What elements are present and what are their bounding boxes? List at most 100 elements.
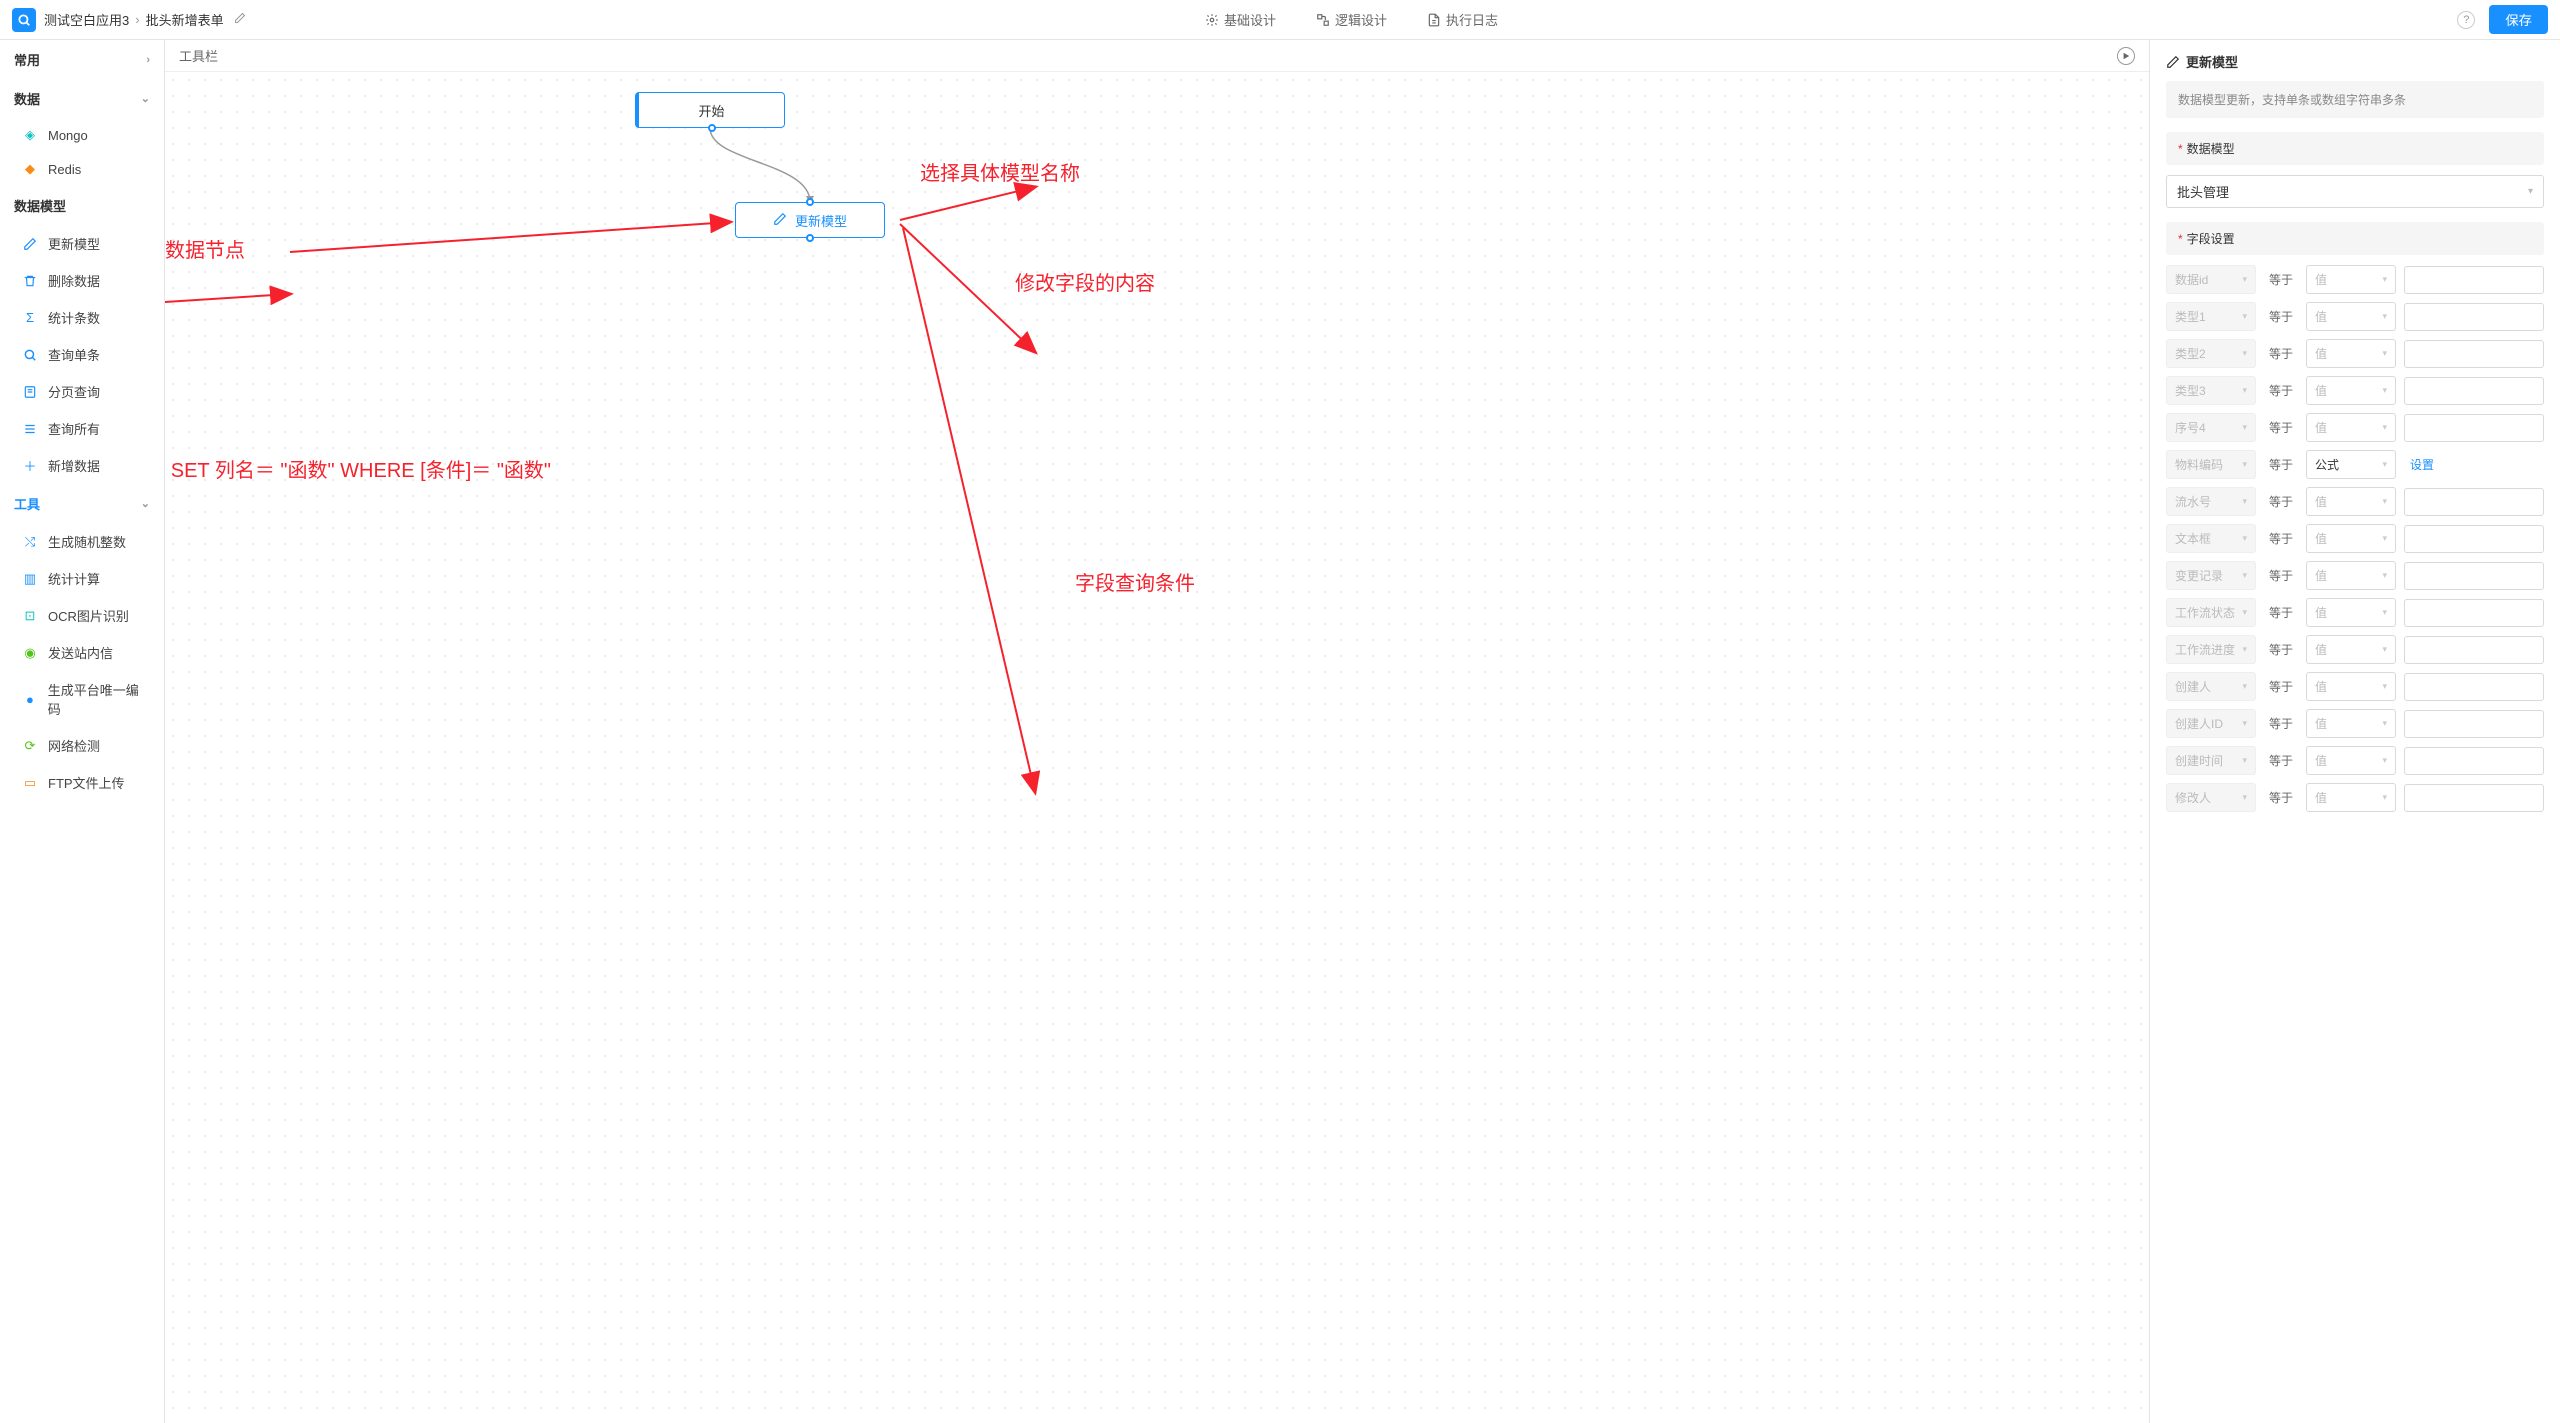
sidebar-item-query-all[interactable]: 查询所有: [0, 410, 164, 447]
edit-icon[interactable]: [234, 12, 246, 27]
tab-basic-design[interactable]: 基础设计: [1205, 10, 1276, 29]
port-bottom[interactable]: [806, 234, 814, 242]
sidebar-item-gen-uid[interactable]: ●生成平台唯一编码: [0, 671, 164, 727]
sidebar-item-count[interactable]: Σ 统计条数: [0, 299, 164, 336]
value-mode-select[interactable]: 公式▾: [2306, 450, 2396, 479]
sidebar-item-update-model[interactable]: 更新模型: [0, 225, 164, 262]
field-select[interactable]: 修改人▾: [2166, 783, 2256, 812]
breadcrumb-page[interactable]: 批头新增表单: [146, 10, 224, 29]
port-bottom[interactable]: [708, 124, 716, 132]
value-input[interactable]: [2404, 303, 2544, 331]
field-select[interactable]: 创建时间▾: [2166, 746, 2256, 775]
value-mode-select[interactable]: 值▾: [2306, 635, 2396, 664]
sidebar-item-insert[interactable]: ＋ 新增数据: [0, 447, 164, 484]
port-top[interactable]: [806, 198, 814, 206]
sidebar-group-data[interactable]: 数据 ⌄: [0, 79, 164, 118]
value-input[interactable]: [2404, 562, 2544, 590]
value-mode-select[interactable]: 值▾: [2306, 413, 2396, 442]
sidebar-group-tools[interactable]: 工具 ⌄: [0, 484, 164, 523]
value-mode-select[interactable]: 值▾: [2306, 783, 2396, 812]
value-mode-select[interactable]: 值▾: [2306, 339, 2396, 368]
field-select[interactable]: 创建人▾: [2166, 672, 2256, 701]
chevron-down-icon: ▾: [2242, 311, 2247, 322]
value-input[interactable]: [2404, 377, 2544, 405]
tab-exec-log[interactable]: 执行日志: [1427, 10, 1498, 29]
model-select[interactable]: 批头管理 ▾: [2166, 175, 2544, 208]
field-select[interactable]: 类型3▾: [2166, 376, 2256, 405]
value-input[interactable]: [2404, 599, 2544, 627]
canvas[interactable]: 开始 更新模型 更新数据节点 选择具体模型名称 修改字段的内容 字段查询条件 U…: [165, 72, 2149, 1423]
value-input[interactable]: [2404, 525, 2544, 553]
sidebar-item-ocr[interactable]: ⊡OCR图片识别: [0, 597, 164, 634]
count-icon: Σ: [22, 310, 38, 325]
value-input[interactable]: [2404, 636, 2544, 664]
save-button[interactable]: 保存: [2489, 5, 2548, 34]
field-row: 序号4▾等于值▾: [2166, 413, 2544, 442]
node-start[interactable]: 开始: [635, 92, 785, 128]
breadcrumb-app[interactable]: 测试空白应用3: [44, 10, 129, 29]
value-input[interactable]: [2404, 747, 2544, 775]
sidebar-item-stat-calc[interactable]: ▥统计计算: [0, 560, 164, 597]
field-select[interactable]: 流水号▾: [2166, 487, 2256, 516]
chevron-down-icon: ▾: [2242, 718, 2247, 729]
field-select[interactable]: 类型1▾: [2166, 302, 2256, 331]
value-mode-select[interactable]: 值▾: [2306, 524, 2396, 553]
sidebar-item-mongo[interactable]: ◈ Mongo: [0, 118, 164, 152]
sidebar-item-network[interactable]: ⟳网络检测: [0, 727, 164, 764]
sidebar-item-send-msg[interactable]: ◉发送站内信: [0, 634, 164, 671]
formula-set-link[interactable]: 设置: [2404, 456, 2434, 473]
chevron-down-icon: ▾: [2242, 348, 2247, 359]
value-input[interactable]: [2404, 673, 2544, 701]
value-mode-select[interactable]: 值▾: [2306, 487, 2396, 516]
value-input[interactable]: [2404, 784, 2544, 812]
toolbar-label: 工具栏: [179, 46, 218, 65]
field-select[interactable]: 创建人ID▾: [2166, 709, 2256, 738]
node-update-model[interactable]: 更新模型: [735, 202, 885, 238]
id-icon: ●: [22, 692, 38, 707]
value-mode-select[interactable]: 值▾: [2306, 561, 2396, 590]
tab-logic-design[interactable]: 逻辑设计: [1316, 10, 1387, 29]
field-select[interactable]: 类型2▾: [2166, 339, 2256, 368]
value-mode-select[interactable]: 值▾: [2306, 302, 2396, 331]
sidebar-item-query-single[interactable]: 查询单条: [0, 336, 164, 373]
field-row: 变更记录▾等于值▾: [2166, 561, 2544, 590]
field-select[interactable]: 文本框▾: [2166, 524, 2256, 553]
chevron-down-icon: ⌄: [141, 497, 150, 510]
value-mode-select[interactable]: 值▾: [2306, 265, 2396, 294]
help-icon[interactable]: ?: [2457, 11, 2475, 29]
field-select[interactable]: 变更记录▾: [2166, 561, 2256, 590]
field-select[interactable]: 序号4▾: [2166, 413, 2256, 442]
value-input[interactable]: [2404, 710, 2544, 738]
value-input[interactable]: [2404, 266, 2544, 294]
value-mode-select[interactable]: 值▾: [2306, 746, 2396, 775]
chevron-down-icon: ⌄: [141, 92, 150, 105]
value-input[interactable]: [2404, 340, 2544, 368]
chevron-down-icon: ▾: [2242, 533, 2247, 544]
value-mode-select[interactable]: 值▾: [2306, 672, 2396, 701]
field-select[interactable]: 物料编码▾: [2166, 450, 2256, 479]
sidebar-item-delete-data[interactable]: 删除数据: [0, 262, 164, 299]
chevron-down-icon: ▾: [2382, 422, 2387, 433]
network-icon: ⟳: [22, 738, 38, 754]
sidebar-item-paginate[interactable]: 分页查询: [0, 373, 164, 410]
sidebar-item-random-int[interactable]: ⤭生成随机整数: [0, 523, 164, 560]
value-mode-select[interactable]: 值▾: [2306, 376, 2396, 405]
field-select[interactable]: 工作流状态▾: [2166, 598, 2256, 627]
sidebar-item-ftp[interactable]: ▭FTP文件上传: [0, 764, 164, 801]
field-row: 创建人▾等于值▾: [2166, 672, 2544, 701]
properties-panel: 更新模型 数据模型更新，支持单条或数组字符串多条 *数据模型 批头管理 ▾ *字…: [2150, 40, 2560, 1423]
chevron-down-icon: ▾: [2242, 681, 2247, 692]
value-mode-select[interactable]: 值▾: [2306, 709, 2396, 738]
field-select[interactable]: 工作流进度▾: [2166, 635, 2256, 664]
value-mode-select[interactable]: 值▾: [2306, 598, 2396, 627]
field-select[interactable]: 数据id▾: [2166, 265, 2256, 294]
update-icon: [22, 237, 38, 251]
operator-label: 等于: [2264, 530, 2298, 547]
sidebar-group-common[interactable]: 常用 ›: [0, 40, 164, 79]
app-logo[interactable]: [12, 8, 36, 32]
sidebar-item-redis[interactable]: ◆ Redis: [0, 152, 164, 186]
value-input[interactable]: [2404, 414, 2544, 442]
chevron-down-icon: ▾: [2382, 681, 2387, 692]
value-input[interactable]: [2404, 488, 2544, 516]
play-icon[interactable]: [2117, 47, 2135, 65]
